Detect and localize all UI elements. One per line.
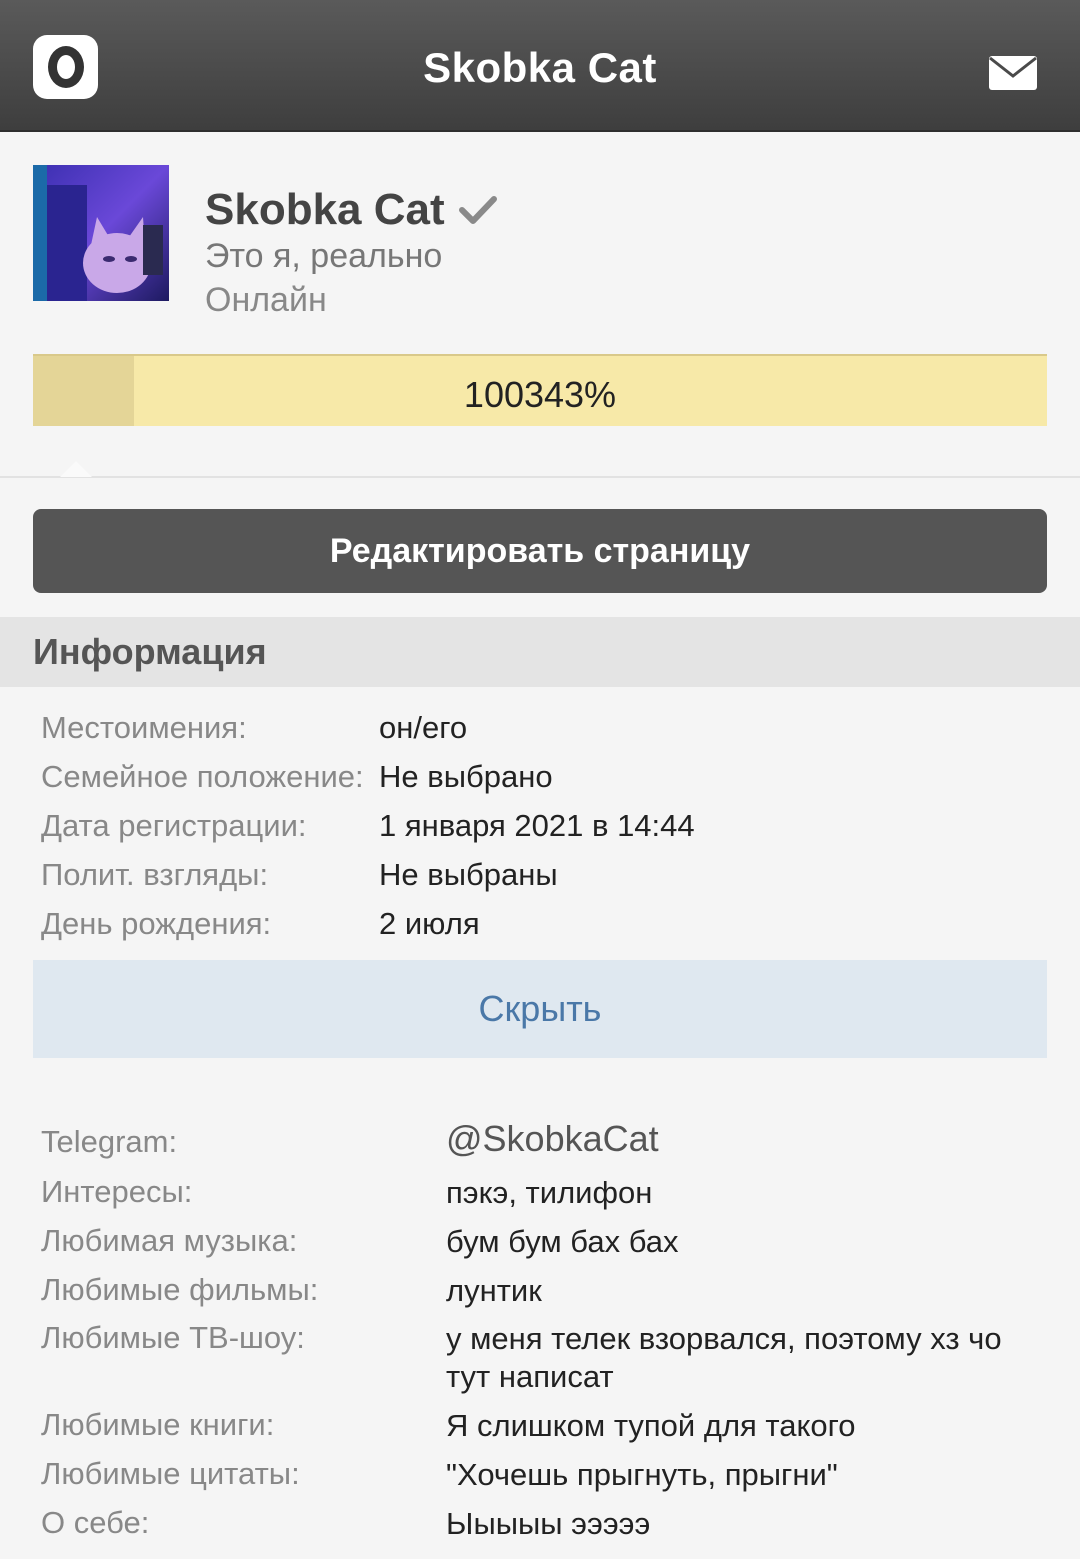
divider-notch (60, 461, 92, 477)
contact-value: пэкэ, тилифон (446, 1175, 653, 1210)
hide-button[interactable]: Скрыть (33, 960, 1047, 1058)
info-label: Дата регистрации: (41, 808, 307, 843)
info-label: Семейное положение: (41, 759, 364, 794)
info-label: Полит. взгляды: (41, 857, 269, 892)
info-value: Не выбраны (379, 857, 558, 892)
edit-page-button[interactable]: Редактировать страницу (33, 509, 1047, 593)
contact-label: О себе: (41, 1505, 150, 1540)
section-title: Информация (33, 631, 267, 672)
contact-value: Я слишком тупой для такого (446, 1408, 856, 1443)
contact-value: "Хочешь прыгнуть, прыгни" (446, 1457, 838, 1492)
info-section-header: Информация (0, 617, 1080, 687)
app-title: Skobka Cat (423, 44, 657, 91)
contact-value: лунтик (446, 1273, 542, 1308)
info-label: День рождения: (41, 906, 272, 941)
avatar[interactable] (33, 165, 169, 301)
telegram-link[interactable]: @SkobkaCat (446, 1120, 1046, 1158)
contact-value: бум бум бах бах (446, 1224, 679, 1259)
info-value: он/его (379, 710, 468, 745)
contact-label: Любимая музыка: (41, 1223, 298, 1258)
info-value: Не выбрано (379, 759, 553, 794)
checkmark-icon (459, 196, 497, 224)
contact-label: Telegram: (41, 1124, 178, 1159)
profile-name: Skobka Cat (205, 185, 445, 234)
contact-label: Любимые книги: (41, 1407, 275, 1442)
contact-label: Любимые ТВ-шоу: (41, 1320, 305, 1355)
contact-label: Любимые фильмы: (41, 1272, 319, 1307)
online-status: Онлайн (205, 281, 327, 319)
mail-icon[interactable] (988, 55, 1038, 91)
info-value: 1 января 2021 в 14:44 (379, 808, 695, 843)
contact-label: Интересы: (41, 1174, 193, 1209)
contact-value: Ыыыыы эээээ (446, 1506, 651, 1541)
top-bar: Skobka Cat (0, 0, 1080, 132)
contact-label: Любимые цитаты: (41, 1456, 300, 1491)
rating-bar[interactable]: 100343% (33, 354, 1047, 426)
contact-value: у меня телек взорвался, поэтому хз чо ту… (446, 1321, 1002, 1394)
info-value: 2 июля (379, 906, 480, 941)
rating-value: 100343% (463, 374, 617, 415)
divider (0, 476, 1080, 478)
info-label: Местоимения: (41, 710, 247, 745)
profile-status: Это я, реально (205, 237, 443, 275)
